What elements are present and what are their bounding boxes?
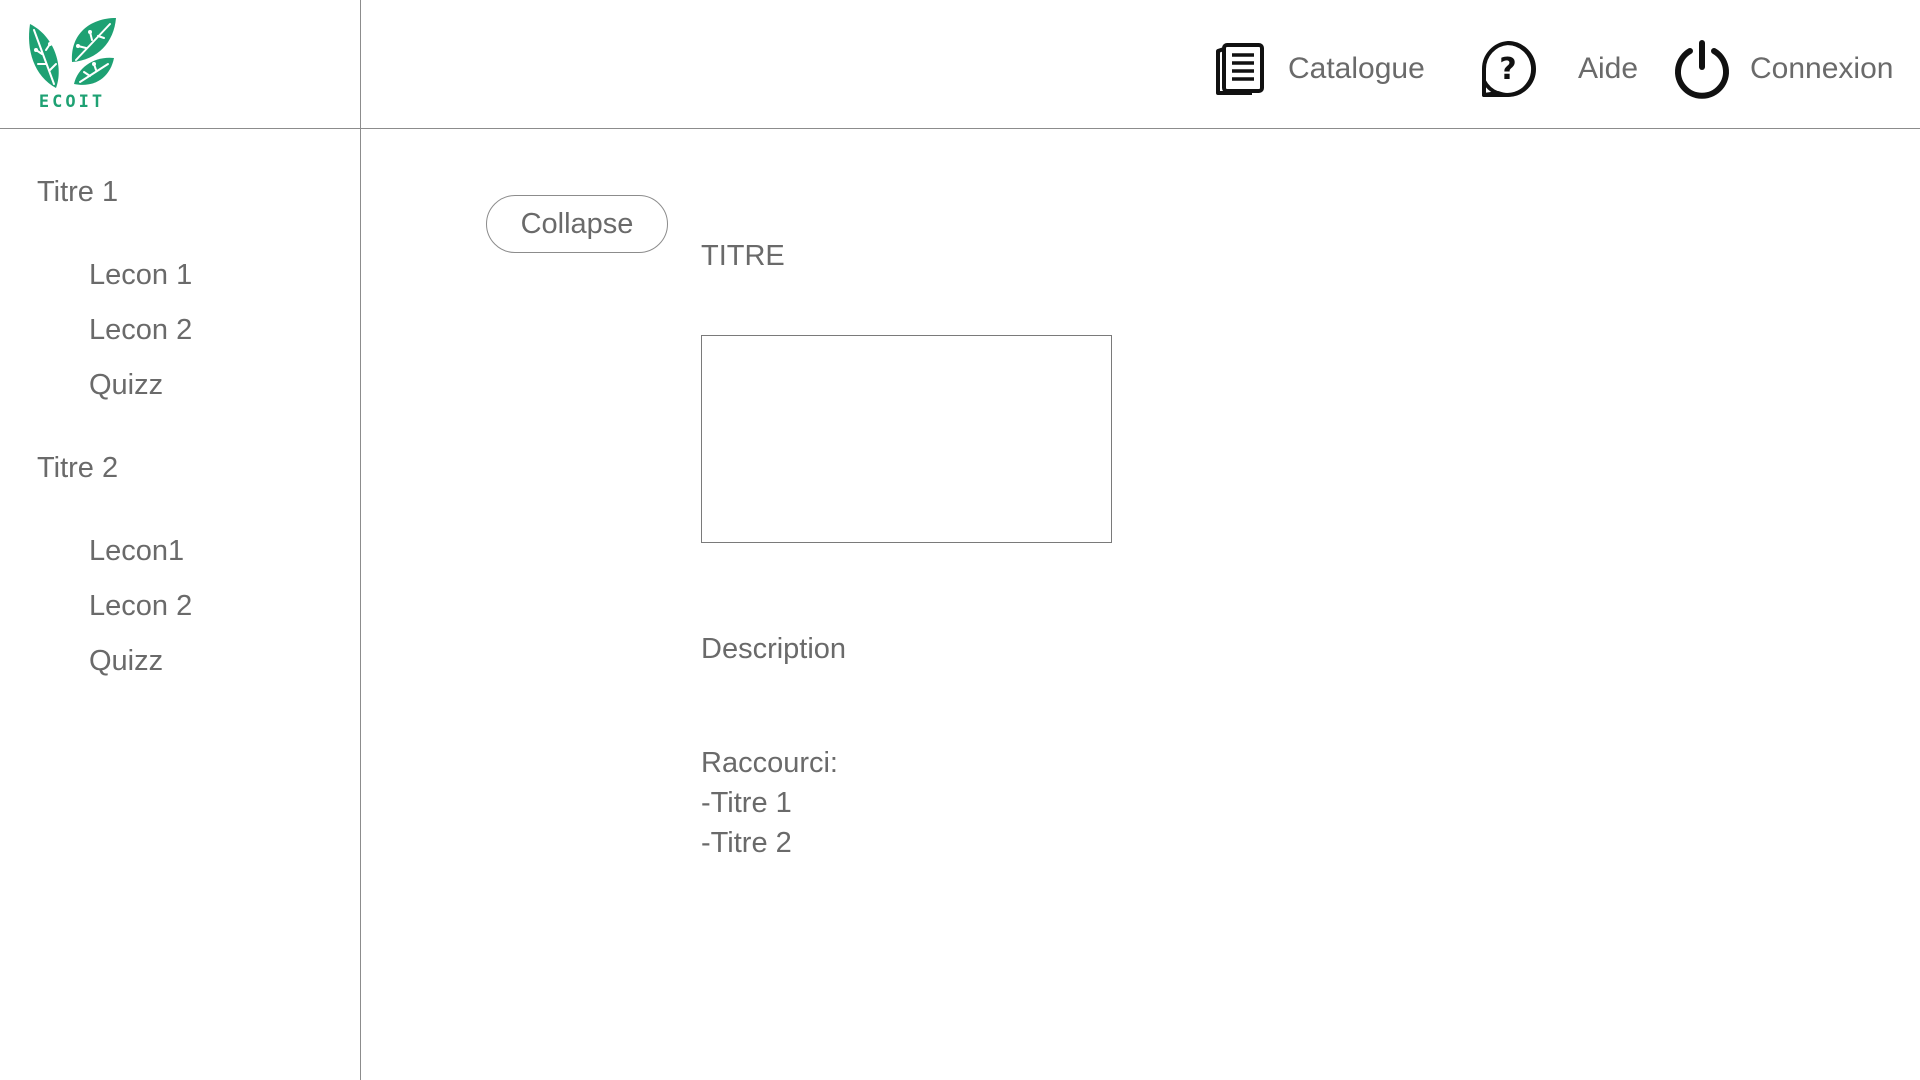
nav-connexion[interactable]: Connexion — [1672, 34, 1893, 104]
sidebar-item-lecon-2-b[interactable]: Lecon 2 — [89, 590, 192, 623]
nav-catalogue-label: Catalogue — [1288, 52, 1425, 85]
power-icon — [1672, 39, 1732, 99]
sidebar-section-titre-2[interactable]: Titre 2 — [37, 452, 118, 485]
header-divider — [0, 128, 1920, 129]
description-text: Description — [701, 633, 847, 665]
page-title: TITRE — [701, 240, 785, 272]
shortcut-link-titre-1[interactable]: -Titre 1 — [701, 783, 838, 823]
catalogue-book-icon — [1212, 41, 1266, 97]
shortcuts-block: Raccourci: -Titre 1 -Titre 2 — [701, 743, 838, 863]
sidebar-item-quizz-b[interactable]: Quizz — [89, 645, 163, 678]
logo-text: ECOIT — [38, 92, 106, 112]
leaf-logo-icon — [29, 18, 116, 88]
ecoit-logo[interactable]: ECOIT — [24, 10, 120, 114]
shortcut-link-titre-2[interactable]: -Titre 2 — [701, 823, 838, 863]
nav-connexion-label: Connexion — [1750, 52, 1894, 85]
shortcuts-label: Raccourci: — [701, 747, 838, 779]
nav-aide[interactable]: ? Aide — [1478, 34, 1638, 104]
media-placeholder — [701, 335, 1112, 543]
help-question-icon: ? — [1478, 39, 1538, 99]
sidebar-item-lecon1[interactable]: Lecon1 — [89, 535, 184, 568]
sidebar-item-quizz[interactable]: Quizz — [89, 369, 163, 402]
sidebar-item-lecon-2[interactable]: Lecon 2 — [89, 314, 192, 347]
sidebar-divider — [360, 0, 361, 1080]
sidebar-section-titre-1[interactable]: Titre 1 — [37, 176, 118, 209]
nav-aide-label: Aide — [1578, 52, 1639, 85]
nav-catalogue[interactable]: Catalogue — [1212, 34, 1425, 104]
svg-text:?: ? — [1499, 52, 1516, 87]
page: ECOIT Catalogue ? Aide Connexion Titre 1… — [0, 0, 1920, 1080]
sidebar-item-lecon-1[interactable]: Lecon 1 — [89, 259, 192, 292]
collapse-button[interactable]: Collapse — [486, 195, 668, 253]
